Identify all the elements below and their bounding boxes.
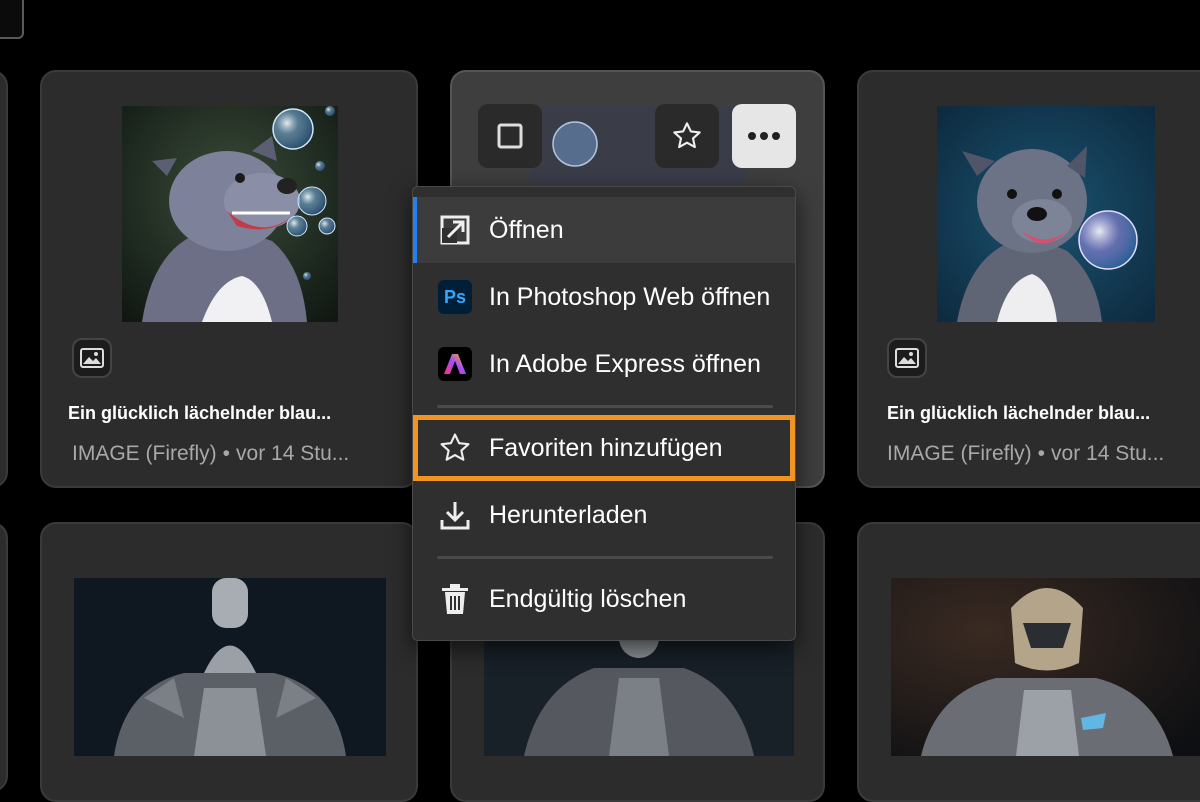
menu-item-delete-permanently[interactable]: Endgültig löschen bbox=[413, 566, 795, 632]
asset-card-partial[interactable] bbox=[0, 70, 8, 488]
asset-age: vor 14 Stu... bbox=[1051, 442, 1165, 465]
asset-thumbnail bbox=[122, 106, 338, 322]
menu-divider bbox=[437, 405, 773, 408]
select-checkbox[interactable] bbox=[478, 104, 542, 168]
more-icon bbox=[748, 132, 780, 140]
asset-age: vor 14 Stu... bbox=[236, 442, 350, 465]
star-icon bbox=[673, 122, 701, 149]
asset-title: Ein glücklich lächelnder blau... bbox=[887, 403, 1151, 423]
asset-meta: IMAGE (Firefly) • vor 14 Stu... bbox=[72, 442, 349, 466]
asset-type: IMAGE (Firefly) bbox=[887, 442, 1032, 465]
menu-item-label: Herunterladen bbox=[489, 500, 648, 529]
asset-card-partial[interactable] bbox=[0, 522, 8, 792]
asset-card[interactable]: Ein glücklich lächelnder blau... IMAGE (… bbox=[40, 70, 418, 488]
menu-divider bbox=[437, 556, 773, 559]
image-type-icon bbox=[72, 338, 112, 378]
asset-thumbnail bbox=[937, 106, 1155, 322]
more-options-button[interactable] bbox=[732, 104, 796, 168]
asset-card[interactable] bbox=[857, 522, 1200, 802]
favorite-button[interactable] bbox=[655, 104, 719, 168]
asset-card[interactable]: Ein glücklich lächelnder blau... IMAGE (… bbox=[857, 70, 1200, 488]
asset-card[interactable] bbox=[40, 522, 418, 802]
menu-item-download[interactable]: Herunterladen bbox=[413, 482, 795, 548]
meta-separator: • bbox=[1037, 442, 1046, 465]
trash-icon bbox=[437, 581, 473, 617]
menu-item-open-express[interactable]: In Adobe Express öffnen bbox=[413, 331, 795, 397]
asset-meta: IMAGE (Firefly) • vor 14 Stu... bbox=[887, 442, 1164, 466]
asset-thumbnail bbox=[891, 578, 1200, 756]
meta-separator: • bbox=[222, 442, 231, 465]
menu-item-open[interactable]: Öffnen bbox=[413, 197, 795, 263]
asset-title: Ein glücklich lächelnder blau... bbox=[68, 403, 332, 423]
asset-type: IMAGE (Firefly) bbox=[72, 442, 217, 465]
adobe-express-icon bbox=[437, 346, 473, 382]
context-menu: Öffnen Ps In Photoshop Web öffnen In Ado… bbox=[412, 186, 796, 641]
top-left-control[interactable] bbox=[0, 0, 24, 39]
asset-thumbnail bbox=[74, 578, 386, 756]
menu-item-label: Öffnen bbox=[489, 215, 564, 244]
photoshop-icon: Ps bbox=[437, 279, 473, 315]
menu-item-label: In Photoshop Web öffnen bbox=[489, 282, 771, 311]
menu-item-label: Favoriten hinzufügen bbox=[489, 433, 723, 462]
menu-item-label: Endgültig löschen bbox=[489, 584, 687, 613]
menu-item-label: In Adobe Express öffnen bbox=[489, 349, 761, 378]
star-icon bbox=[437, 430, 473, 466]
download-icon bbox=[437, 497, 473, 533]
open-icon bbox=[437, 212, 473, 248]
image-type-icon bbox=[887, 338, 927, 378]
menu-item-add-favorite[interactable]: Favoriten hinzufügen bbox=[413, 415, 795, 481]
menu-item-open-photoshop[interactable]: Ps In Photoshop Web öffnen bbox=[413, 264, 795, 330]
